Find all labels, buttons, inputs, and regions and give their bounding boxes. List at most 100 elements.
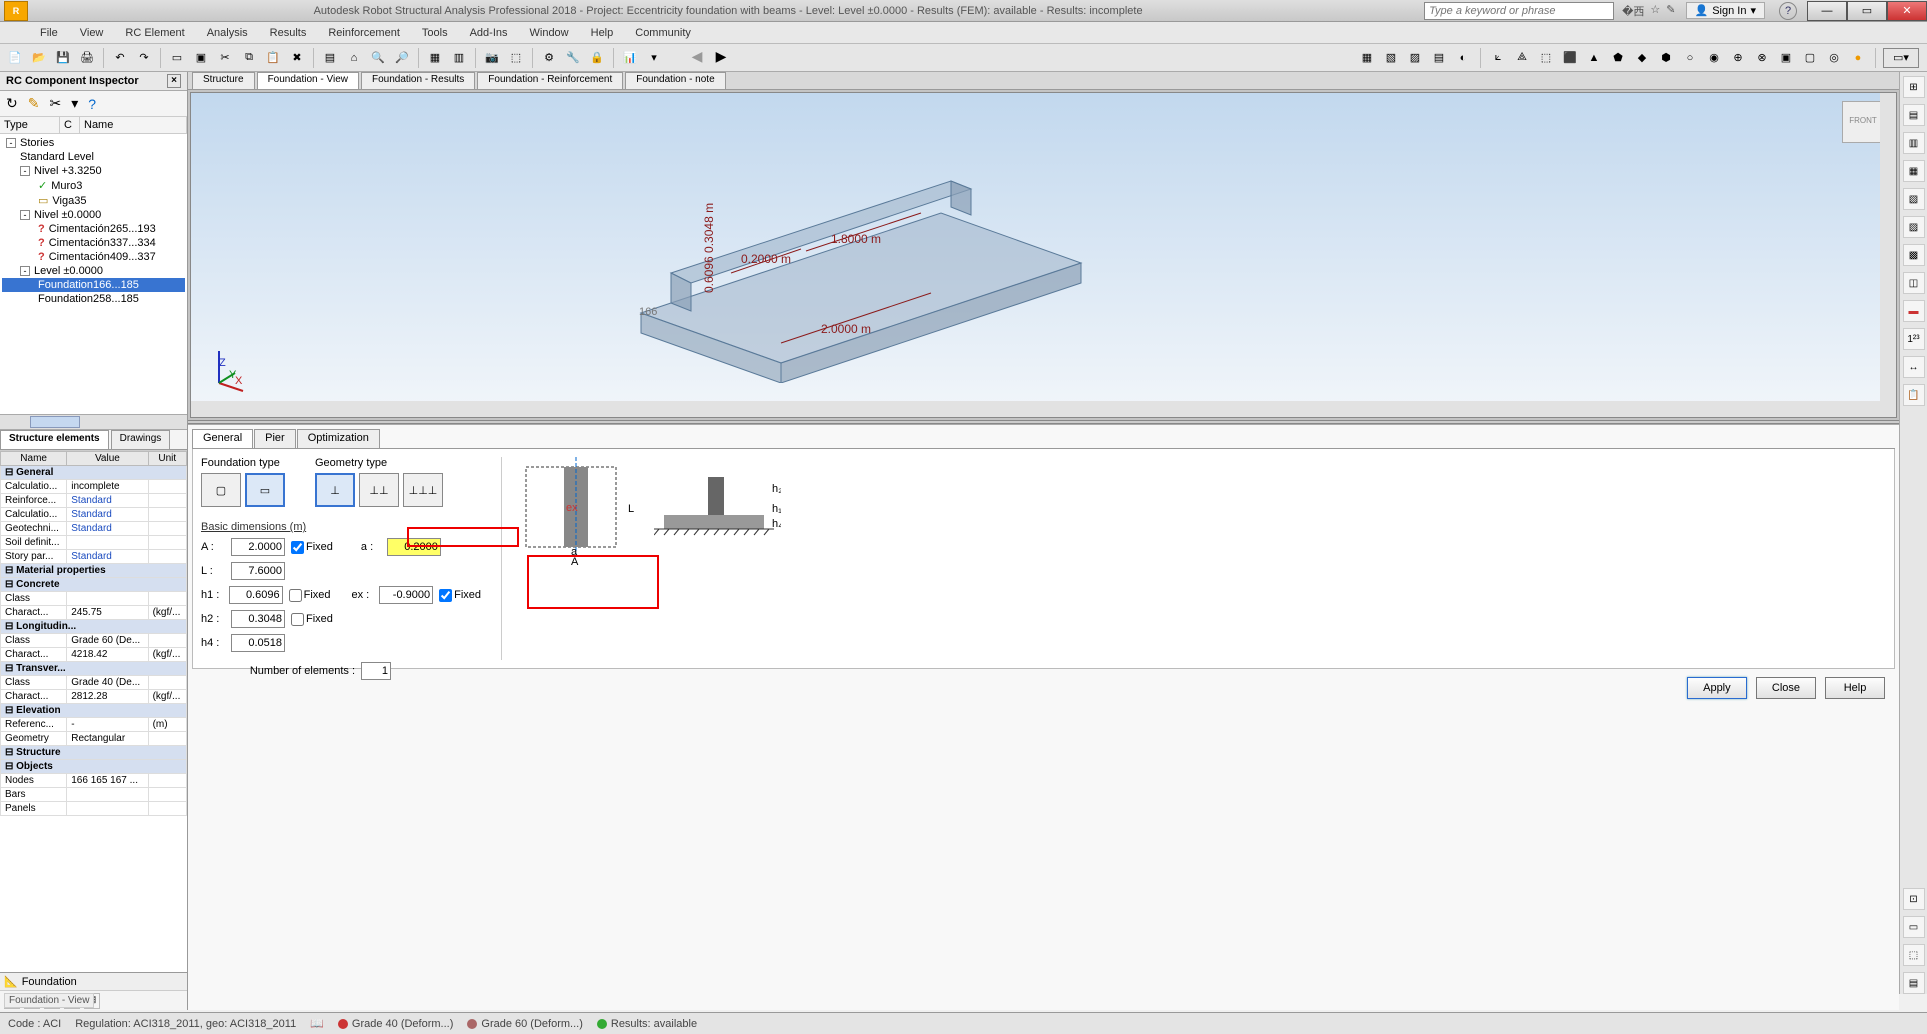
menu-tools[interactable]: Tools [412,25,458,41]
vm-icon[interactable]: ● [1848,48,1868,68]
gtype-3[interactable]: ⊥⊥⊥ [403,473,443,507]
h4-input[interactable] [231,634,285,652]
close-button[interactable]: ✕ [1887,1,1927,21]
tool-icon[interactable]: ▣ [190,47,212,69]
layout-dropdown-icon[interactable]: ▭▾ [1883,48,1919,68]
tree-node[interactable]: ?Cimentación265...193 [2,222,185,236]
tree-node[interactable]: -Stories [2,136,185,150]
select-icon[interactable]: ▭ [166,47,188,69]
undo-icon[interactable]: ↶ [109,47,131,69]
rt-icon[interactable]: ⊡ [1903,888,1925,910]
menu-window[interactable]: Window [520,25,579,41]
screenshot-icon[interactable]: 📷 [481,47,503,69]
grid-icon[interactable]: ▥ [448,47,470,69]
vm-icon[interactable]: ⬟ [1608,48,1628,68]
gtype-1[interactable]: ⊥ [315,473,355,507]
menu-rc-element[interactable]: RC Element [115,25,194,41]
rt-icon[interactable]: ◫ [1903,272,1925,294]
help-button[interactable]: Help [1825,677,1885,699]
new-icon[interactable]: 📄 [4,47,26,69]
vm-icon[interactable]: ⬢ [1656,48,1676,68]
tree-scrollbar[interactable] [0,414,187,430]
zoom-in-icon[interactable]: 🔍 [367,47,389,69]
dropdown-icon[interactable]: ▾ [643,47,665,69]
tab-foundation-reinforcement[interactable]: Foundation - Reinforcement [477,72,623,89]
vm-icon[interactable]: ◉ [1704,48,1724,68]
maximize-button[interactable]: ▭ [1847,1,1887,21]
menu-reinforcement[interactable]: Reinforcement [318,25,410,41]
print-icon[interactable]: 🖨 [76,47,98,69]
viewport-vscroll[interactable] [1880,93,1896,401]
menu-file[interactable]: File [30,25,68,41]
vm-icon[interactable]: ⊗ [1752,48,1772,68]
tree-node[interactable]: Foundation166...185 [2,278,185,292]
icon-c[interactable]: ✎ [1666,3,1675,19]
vm-icon[interactable]: ▦ [1357,48,1377,68]
tab-structure[interactable]: Structure [192,72,255,89]
gear-icon[interactable]: ⚙ [538,47,560,69]
tree-node[interactable]: ?Cimentación409...337 [2,250,185,264]
vm-icon[interactable]: ◐ [1453,48,1473,68]
save-icon[interactable]: 💾 [52,47,74,69]
wand-icon[interactable]: ✎ [28,95,40,112]
wrench-icon[interactable]: 🔧 [562,47,584,69]
tab-structure-elements[interactable]: Structure elements [0,430,109,449]
h2-fixed-check[interactable] [291,613,304,626]
rt-icon[interactable]: ▧ [1903,188,1925,210]
ftype-1[interactable]: ▢ [201,473,241,507]
panel-close-icon[interactable]: × [167,74,181,88]
rt-icon[interactable]: ▬ [1903,300,1925,322]
tree-node[interactable]: ✓Muro3 [2,178,185,193]
del-icon[interactable]: ✖ [286,47,308,69]
menu-analysis[interactable]: Analysis [197,25,258,41]
L-input[interactable] [231,562,285,580]
h1-fixed-check[interactable] [289,589,302,602]
rt-icon[interactable]: ▤ [1903,104,1925,126]
component-tree[interactable]: -StoriesStandard Level-Nivel +3.3250✓Mur… [0,134,187,414]
lock-icon[interactable]: 🔒 [586,47,608,69]
gtype-2[interactable]: ⊥⊥ [359,473,399,507]
num-input[interactable] [361,662,391,680]
menu-view[interactable]: View [70,25,114,41]
minimize-button[interactable]: — [1807,1,1847,21]
tree-node[interactable]: -Level ±0.0000 [2,264,185,278]
viewport-hscroll[interactable] [191,401,1896,417]
rt-icon[interactable]: ⊞ [1903,76,1925,98]
rt-icon[interactable]: ↔ [1903,356,1925,378]
filter-icon[interactable]: ✂ [49,95,61,112]
tree-node[interactable]: ?Cimentación337...334 [2,236,185,250]
a-input[interactable] [387,538,441,556]
menu-help[interactable]: Help [581,25,624,41]
rt-icon[interactable]: ▤ [1903,972,1925,994]
vm-icon[interactable]: ▧ [1381,48,1401,68]
rt-icon[interactable]: 📋 [1903,384,1925,406]
open-icon[interactable]: 📂 [28,47,50,69]
rt-icon[interactable]: ▦ [1903,160,1925,182]
calc-icon[interactable]: ▦ [424,47,446,69]
ex-input[interactable] [379,586,433,604]
viewcube[interactable]: FRONT [1842,101,1884,143]
tab-foundation-view[interactable]: Foundation - View [257,72,359,89]
vm-icon[interactable]: ▣ [1776,48,1796,68]
rt-icon[interactable]: ▥ [1903,132,1925,154]
vm-icon[interactable]: ⟀ [1488,48,1508,68]
tree-node[interactable]: -Nivel ±0.0000 [2,208,185,222]
ex-fixed-check[interactable] [439,589,452,602]
foundation-bottom-tab[interactable]: 📐 Foundation [0,972,187,990]
vm-icon[interactable]: ▤ [1429,48,1449,68]
tab-foundation-results[interactable]: Foundation - Results [361,72,475,89]
rt-icon[interactable]: ▨ [1903,216,1925,238]
tree-node[interactable]: Foundation258...185 [2,292,185,306]
vm-icon[interactable]: ◆ [1632,48,1652,68]
paste-icon[interactable]: 📋 [262,47,284,69]
signin-button[interactable]: 👤Sign In▾ [1686,2,1765,19]
search-input[interactable] [1424,2,1614,20]
tree-node[interactable]: -Nivel +3.3250 [2,164,185,178]
menu-community[interactable]: Community [625,25,701,41]
rt-icon[interactable]: ⬚ [1903,944,1925,966]
rt-icon[interactable]: ▭ [1903,916,1925,938]
tab-drawings[interactable]: Drawings [111,430,171,449]
vm-icon[interactable]: ▢ [1800,48,1820,68]
next-arrow-icon[interactable]: ▶ [711,48,731,68]
vm-icon[interactable]: ▲ [1584,48,1604,68]
